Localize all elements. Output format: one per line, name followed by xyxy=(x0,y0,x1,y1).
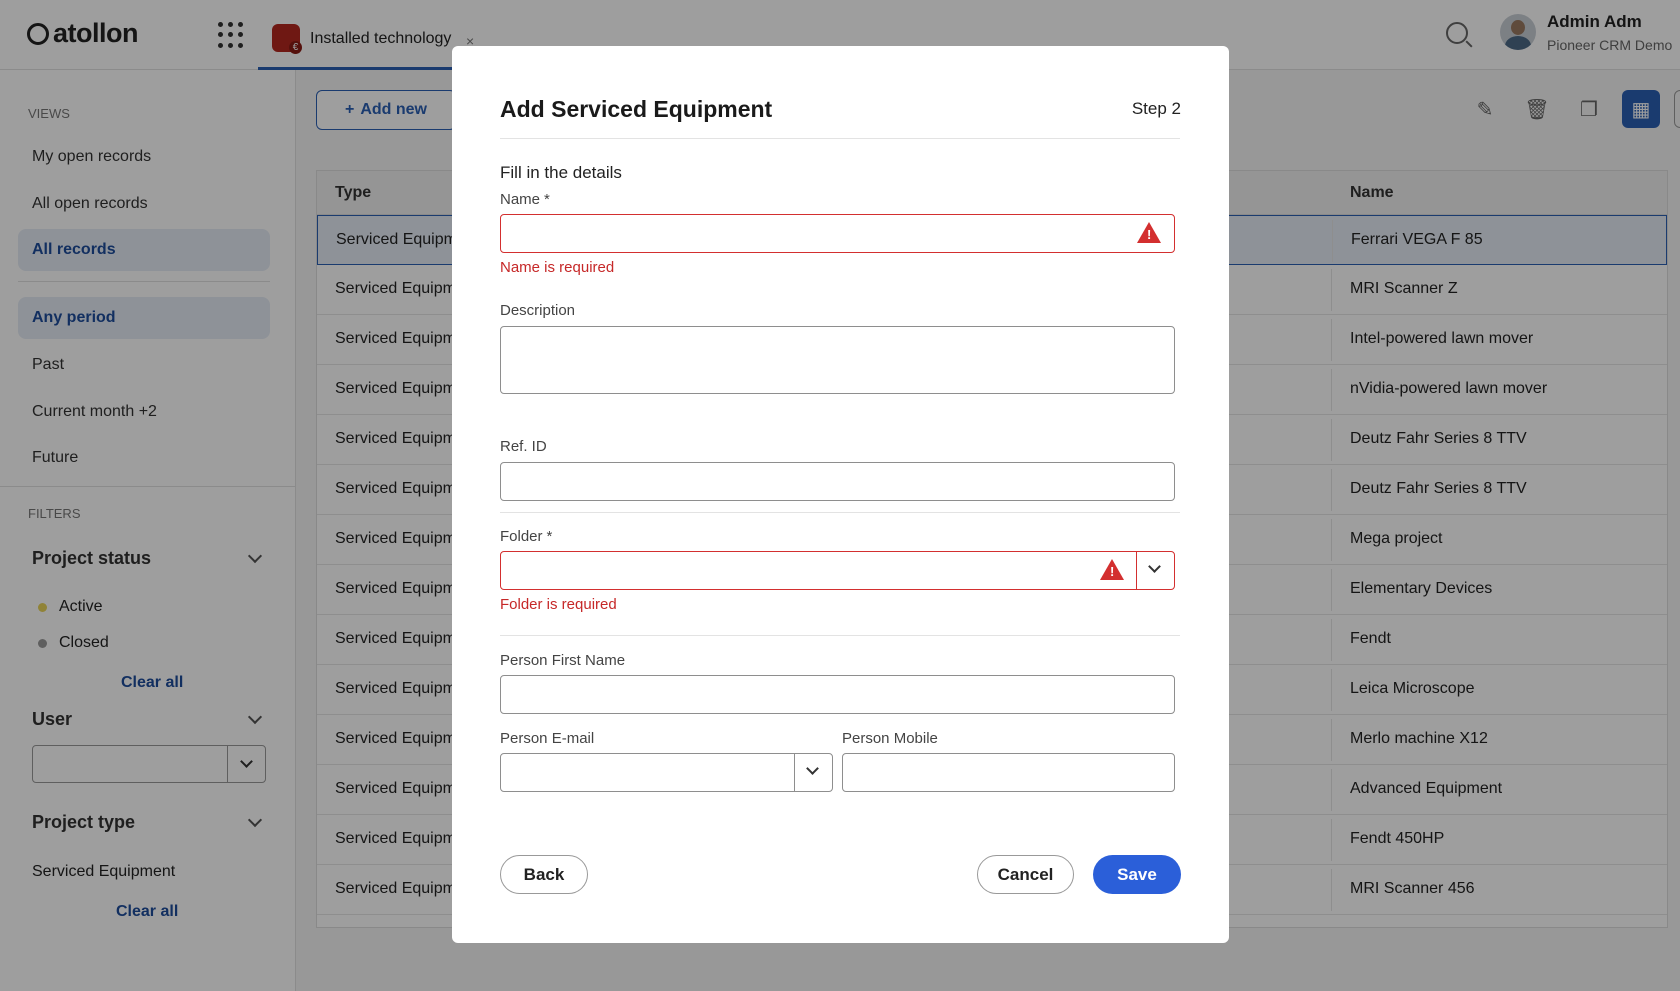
ref-id-label: Ref. ID xyxy=(500,438,547,455)
divider xyxy=(500,512,1180,513)
dropdown-toggle[interactable] xyxy=(794,754,832,791)
back-button[interactable]: Back xyxy=(500,855,588,894)
email-label: Person E-mail xyxy=(500,730,595,747)
required-mark: * xyxy=(546,528,553,545)
save-button[interactable]: Save xyxy=(1093,855,1181,894)
step-indicator: Step 2 xyxy=(1131,99,1181,118)
dialog-subtitle: Fill in the details xyxy=(500,163,622,182)
name-label: Name * xyxy=(500,191,550,208)
first-name-label: Person First Name xyxy=(500,652,626,669)
description-field[interactable] xyxy=(500,326,1175,394)
folder-select[interactable] xyxy=(500,551,1175,590)
warning-icon xyxy=(1137,222,1161,243)
folder-error: Folder is required xyxy=(500,596,617,613)
divider xyxy=(500,635,1180,636)
description-label: Description xyxy=(500,302,576,319)
chevron-down-icon xyxy=(806,762,819,775)
chevron-down-icon xyxy=(1148,560,1161,573)
name-error: Name is required xyxy=(500,259,615,276)
cancel-button[interactable]: Cancel xyxy=(977,855,1074,894)
divider xyxy=(500,138,1180,139)
ref-id-field[interactable] xyxy=(500,462,1175,501)
folder-label: Folder * xyxy=(500,528,553,545)
mobile-field[interactable] xyxy=(842,753,1175,792)
warning-icon xyxy=(1100,559,1124,580)
add-serviced-equipment-dialog: Add Serviced Equipment Step 2 Fill in th… xyxy=(452,46,1229,943)
first-name-field[interactable] xyxy=(500,675,1175,714)
name-field[interactable] xyxy=(500,214,1175,253)
dialog-title: Add Serviced Equipment xyxy=(500,96,773,122)
dropdown-toggle[interactable] xyxy=(1136,552,1174,589)
mobile-label: Person Mobile xyxy=(842,730,938,747)
required-mark: * xyxy=(544,191,550,208)
email-select[interactable] xyxy=(500,753,833,792)
